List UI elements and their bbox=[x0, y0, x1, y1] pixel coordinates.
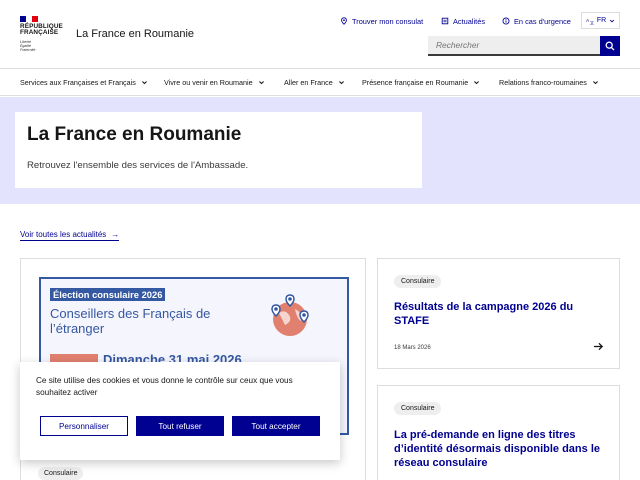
search-button[interactable] bbox=[600, 36, 620, 56]
nav-item-presence[interactable]: Présence française en Roumanie bbox=[362, 78, 480, 87]
all-news-label: Voir toutes les actualités bbox=[20, 230, 107, 239]
nav-item-label: Relations franco-roumaines bbox=[499, 78, 587, 87]
chevron-down-icon bbox=[592, 81, 598, 85]
language-label: FR bbox=[596, 17, 607, 24]
search-bar bbox=[428, 36, 620, 56]
logo-motto: Fraternité bbox=[20, 47, 36, 52]
page-subtitle: Retrouvez l'ensemble des services de l'A… bbox=[27, 160, 249, 171]
main-navigation: Services aux Françaises et Français Vivr… bbox=[0, 68, 640, 96]
search-icon bbox=[605, 41, 615, 51]
search-input[interactable] bbox=[428, 36, 600, 56]
logo-line: FRANÇAISE bbox=[20, 29, 59, 37]
category-badge: Consulaire bbox=[394, 275, 442, 288]
translate-icon: A文 bbox=[586, 17, 594, 24]
poster-title: Conseillers des Français de l’étranger bbox=[50, 306, 211, 336]
find-consulate-link[interactable]: Trouver mon consulat bbox=[340, 14, 423, 28]
news-card-date: 18 Mars 2026 bbox=[394, 345, 431, 351]
chevron-down-icon bbox=[258, 81, 264, 85]
nav-item-vivre[interactable]: Vivre ou venir en Roumanie bbox=[164, 78, 265, 87]
nav-item-label: Services aux Françaises et Français bbox=[20, 78, 136, 87]
poster-tag: Élection consulaire 2026 bbox=[50, 288, 166, 301]
chevron-down-icon bbox=[474, 81, 480, 85]
svg-text:文: 文 bbox=[590, 19, 594, 24]
news-link[interactable]: Actualités bbox=[441, 14, 485, 28]
all-news-link[interactable]: Voir toutes les actualités → bbox=[20, 230, 120, 241]
page-title: La France en Roumanie bbox=[27, 124, 242, 145]
personalize-cookies-button[interactable]: Personnaliser bbox=[40, 416, 128, 436]
chevron-down-icon bbox=[141, 81, 147, 85]
chevron-down-icon bbox=[610, 19, 615, 23]
nav-item-services[interactable]: Services aux Françaises et Français bbox=[20, 78, 148, 87]
republique-francaise-logo[interactable]: RÉPUBLIQUE FRANÇAISE Liberté Égalité Fra… bbox=[20, 16, 66, 52]
cookie-consent-banner: Ce site utilise des cookies et vous donn… bbox=[20, 362, 340, 460]
news-card-title[interactable]: La pré-demande en ligne des titres d’ide… bbox=[394, 428, 609, 470]
arrow-right-icon bbox=[593, 342, 604, 351]
site-header: RÉPUBLIQUE FRANÇAISE Liberté Égalité Fra… bbox=[0, 0, 640, 68]
nav-item-label: Vivre ou venir en Roumanie bbox=[164, 78, 253, 87]
news-card[interactable]: Consulaire Résultats de la campagne 2026… bbox=[377, 258, 620, 369]
emergency-link-label: En cas d'urgence bbox=[514, 16, 571, 26]
site-title[interactable]: La France en Roumanie bbox=[76, 28, 194, 40]
nav-item-relations[interactable]: Relations franco-roumaines bbox=[499, 78, 599, 87]
nav-item-label: Aller en France bbox=[284, 78, 333, 87]
newspaper-icon bbox=[441, 17, 449, 25]
french-flag-icon bbox=[20, 16, 38, 22]
nav-item-aller[interactable]: Aller en France bbox=[284, 78, 345, 87]
map-pin-icon bbox=[341, 17, 347, 25]
globe-icon bbox=[271, 294, 309, 336]
news-card[interactable]: Consulaire La pré-demande en ligne des t… bbox=[377, 385, 620, 480]
find-consulate-label: Trouver mon consulat bbox=[352, 16, 424, 26]
emergency-link[interactable]: En cas d'urgence bbox=[502, 14, 571, 28]
category-badge: Consulaire bbox=[394, 402, 442, 415]
hero-card: La France en Roumanie Retrouvez l'ensemb… bbox=[15, 112, 422, 188]
hero-banner: La France en Roumanie Retrouvez l'ensemb… bbox=[0, 97, 640, 204]
language-selector[interactable]: A文 FR bbox=[581, 12, 620, 29]
category-badge: Consulaire bbox=[38, 467, 84, 480]
arrow-right-icon: → bbox=[111, 230, 120, 239]
chevron-down-icon bbox=[338, 81, 344, 85]
news-link-label: Actualités bbox=[453, 16, 486, 26]
nav-item-label: Présence française en Roumanie bbox=[362, 78, 469, 87]
refuse-all-cookies-button[interactable]: Tout refuser bbox=[136, 416, 224, 436]
cookie-message: Ce site utilise des cookies et vous donn… bbox=[36, 376, 293, 397]
accept-all-cookies-button[interactable]: Tout accepter bbox=[232, 416, 320, 436]
news-card-title[interactable]: Résultats de la campagne 2026 du STAFE bbox=[394, 300, 609, 328]
info-icon bbox=[502, 17, 510, 25]
